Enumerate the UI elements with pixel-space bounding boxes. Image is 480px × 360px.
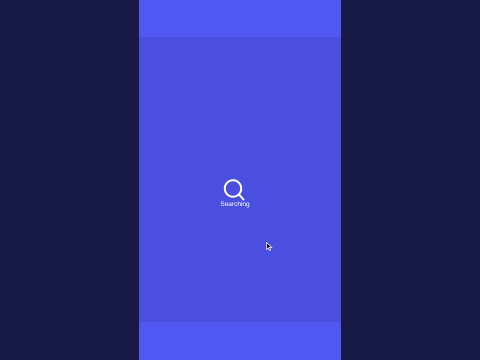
- app-screen: Searching: [139, 0, 341, 360]
- mouse-pointer-icon: [266, 242, 273, 251]
- search-status-text: Searching: [220, 201, 250, 208]
- search-loader: Searching: [212, 179, 258, 209]
- screen: Searching: [0, 0, 480, 360]
- bottom-bar: [139, 322, 341, 360]
- search-icon: [223, 179, 245, 201]
- top-bar: [139, 0, 341, 37]
